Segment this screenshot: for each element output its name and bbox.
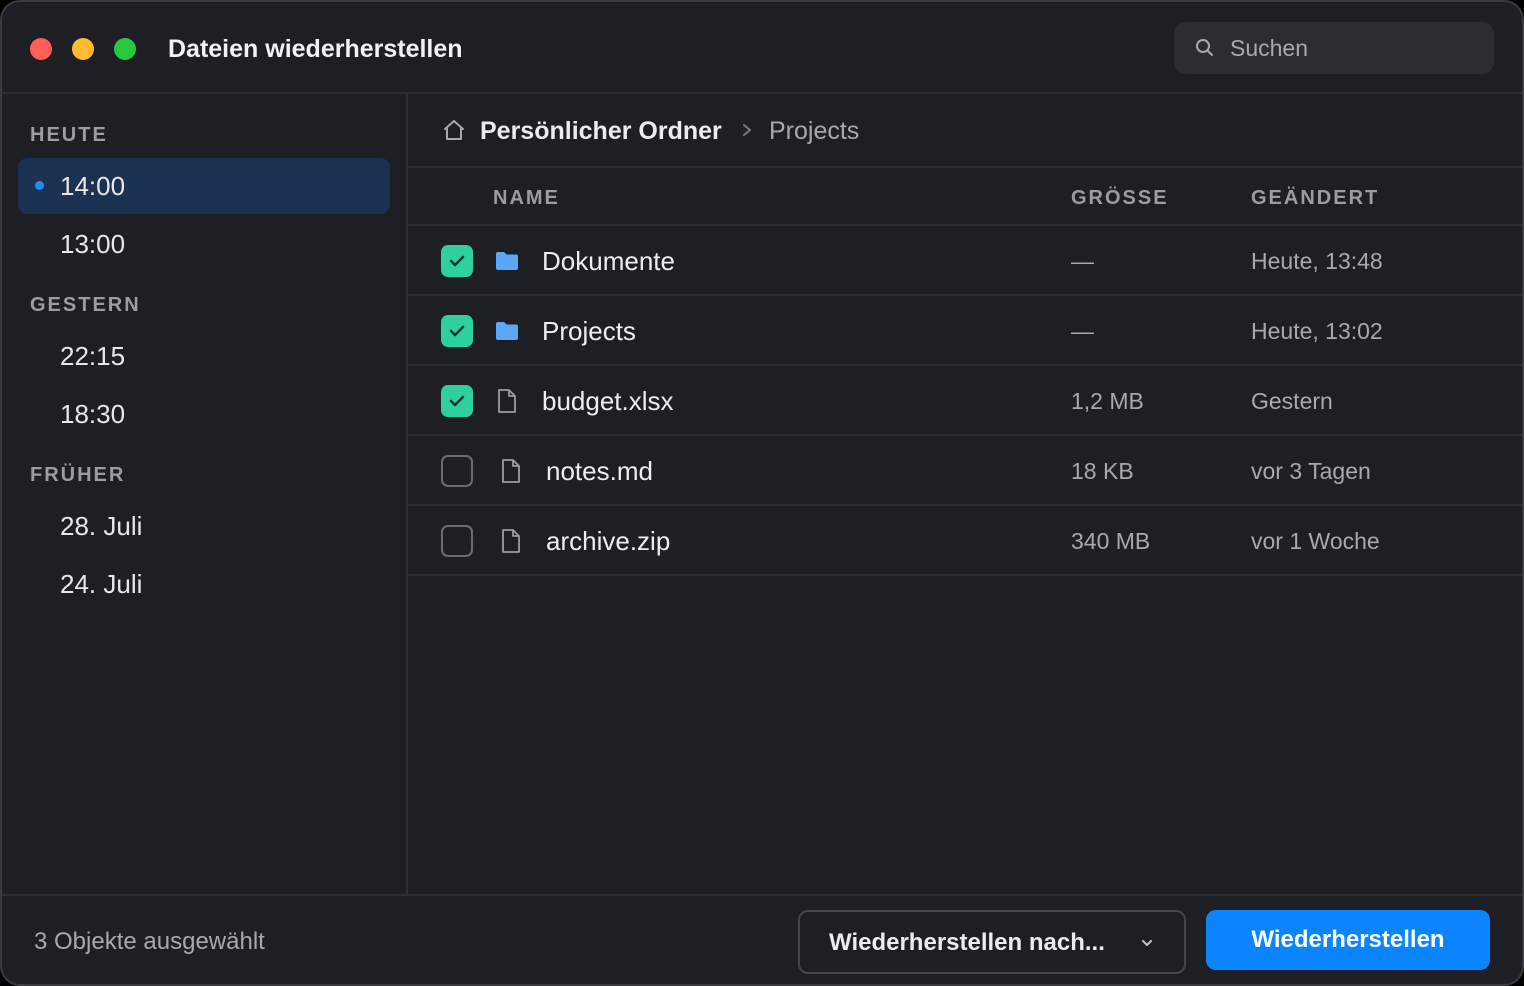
window-title: Dateien wiederherstellen bbox=[168, 35, 463, 63]
snapshot-item-label: 13:00 bbox=[60, 229, 126, 259]
snapshot-item-label: 14:00 bbox=[60, 171, 126, 201]
file-name: notes.md bbox=[546, 456, 653, 486]
restore-button[interactable]: Wiederherstellen bbox=[1206, 910, 1490, 970]
restore-to-label: Wiederherstellen nach... bbox=[829, 929, 1105, 956]
file-size: 340 MB bbox=[1071, 528, 1151, 554]
row-checkbox[interactable] bbox=[441, 245, 473, 277]
table-header: NAME GRÖSSE GEÄNDERT bbox=[408, 168, 1522, 226]
table-row[interactable]: Projects — Heute, 13:02 bbox=[408, 296, 1522, 366]
file-modified: vor 1 Woche bbox=[1251, 528, 1380, 554]
breadcrumb: Persönlicher Ordner Projects bbox=[408, 94, 1522, 168]
selection-status: 3 Objekte ausgewählt bbox=[34, 928, 265, 955]
chevron-down-icon bbox=[1142, 940, 1152, 946]
column-header-modified[interactable]: GEÄNDERT bbox=[1251, 185, 1379, 211]
row-checkbox[interactable] bbox=[441, 455, 473, 487]
file-modified: Heute, 13:48 bbox=[1251, 248, 1383, 274]
file-name: budget.xlsx bbox=[542, 386, 674, 416]
breadcrumb-current: Projects bbox=[769, 117, 860, 145]
home-icon[interactable] bbox=[442, 118, 466, 142]
group-label-yesterday: GESTERN bbox=[30, 294, 141, 316]
file-name: archive.zip bbox=[546, 526, 671, 556]
close-window-button[interactable] bbox=[30, 38, 52, 60]
file-modified: Gestern bbox=[1251, 388, 1333, 414]
row-checkbox[interactable] bbox=[441, 315, 473, 347]
minimize-window-button[interactable] bbox=[72, 38, 94, 60]
snapshot-item[interactable]: 13:00 bbox=[18, 216, 390, 272]
file-size: 1,2 MB bbox=[1071, 388, 1144, 414]
folder-icon bbox=[496, 322, 518, 340]
snapshot-item-label: 18:30 bbox=[60, 399, 126, 429]
table-row[interactable]: notes.md 18 KB vor 3 Tagen bbox=[408, 436, 1522, 506]
snapshot-sidebar: HEUTE 14:00 13:00 GESTERN 22:15 18:30 FR… bbox=[2, 94, 408, 894]
table-row[interactable]: budget.xlsx 1,2 MB Gestern bbox=[408, 366, 1522, 436]
snapshot-item-selected[interactable]: 14:00 bbox=[18, 158, 390, 214]
group-label-earlier: FRÜHER bbox=[30, 464, 126, 486]
document-icon bbox=[502, 529, 520, 553]
column-header-size[interactable]: GRÖSSE bbox=[1071, 185, 1169, 211]
document-icon bbox=[502, 459, 520, 483]
restore-files-window: Dateien wiederherstellen HEUTE 14:00 13:… bbox=[0, 0, 1524, 986]
search-field[interactable] bbox=[1174, 22, 1494, 74]
chevron-right-icon bbox=[743, 124, 751, 136]
document-icon bbox=[498, 389, 516, 413]
table-row[interactable]: Dokumente — Heute, 13:48 bbox=[408, 226, 1522, 296]
snapshot-item[interactable]: 28. Juli bbox=[18, 498, 390, 554]
restore-to-button[interactable]: Wiederherstellen nach... bbox=[798, 910, 1186, 974]
title-bar: Dateien wiederherstellen bbox=[2, 2, 1522, 94]
checkmark-icon bbox=[449, 325, 465, 337]
file-modified: Heute, 13:02 bbox=[1251, 318, 1383, 344]
snapshot-item-label: 28. Juli bbox=[60, 511, 143, 541]
checkmark-icon bbox=[449, 255, 465, 267]
group-label-today: HEUTE bbox=[30, 124, 108, 146]
file-size: — bbox=[1071, 318, 1094, 344]
row-checkbox[interactable] bbox=[441, 385, 473, 417]
file-size: 18 KB bbox=[1071, 458, 1134, 484]
snapshot-item[interactable]: 24. Juli bbox=[18, 556, 390, 612]
table-row[interactable]: archive.zip 340 MB vor 1 Woche bbox=[408, 506, 1522, 576]
breadcrumb-home[interactable]: Persönlicher Ordner bbox=[480, 114, 722, 148]
row-checkbox[interactable] bbox=[441, 525, 473, 557]
file-size: — bbox=[1071, 248, 1094, 274]
file-browser: Persönlicher Ordner Projects NAME GRÖSSE… bbox=[408, 94, 1522, 894]
folder-icon bbox=[496, 252, 518, 270]
selected-indicator-dot bbox=[35, 181, 44, 190]
snapshot-item-label: 24. Juli bbox=[60, 569, 143, 599]
footer-bar: 3 Objekte ausgewählt Wiederherstellen na… bbox=[2, 894, 1522, 984]
snapshot-item[interactable]: 22:15 bbox=[18, 328, 390, 384]
file-name: Dokumente bbox=[542, 246, 675, 276]
snapshot-item-label: 22:15 bbox=[60, 341, 126, 371]
snapshot-item[interactable]: 18:30 bbox=[18, 386, 390, 442]
column-header-name[interactable]: NAME bbox=[493, 185, 560, 211]
file-name: Projects bbox=[542, 316, 636, 346]
search-icon bbox=[1196, 39, 1213, 56]
zoom-window-button[interactable] bbox=[114, 38, 136, 60]
checkmark-icon bbox=[449, 395, 465, 407]
file-modified: vor 3 Tagen bbox=[1251, 458, 1371, 484]
search-input[interactable] bbox=[1228, 22, 1478, 74]
